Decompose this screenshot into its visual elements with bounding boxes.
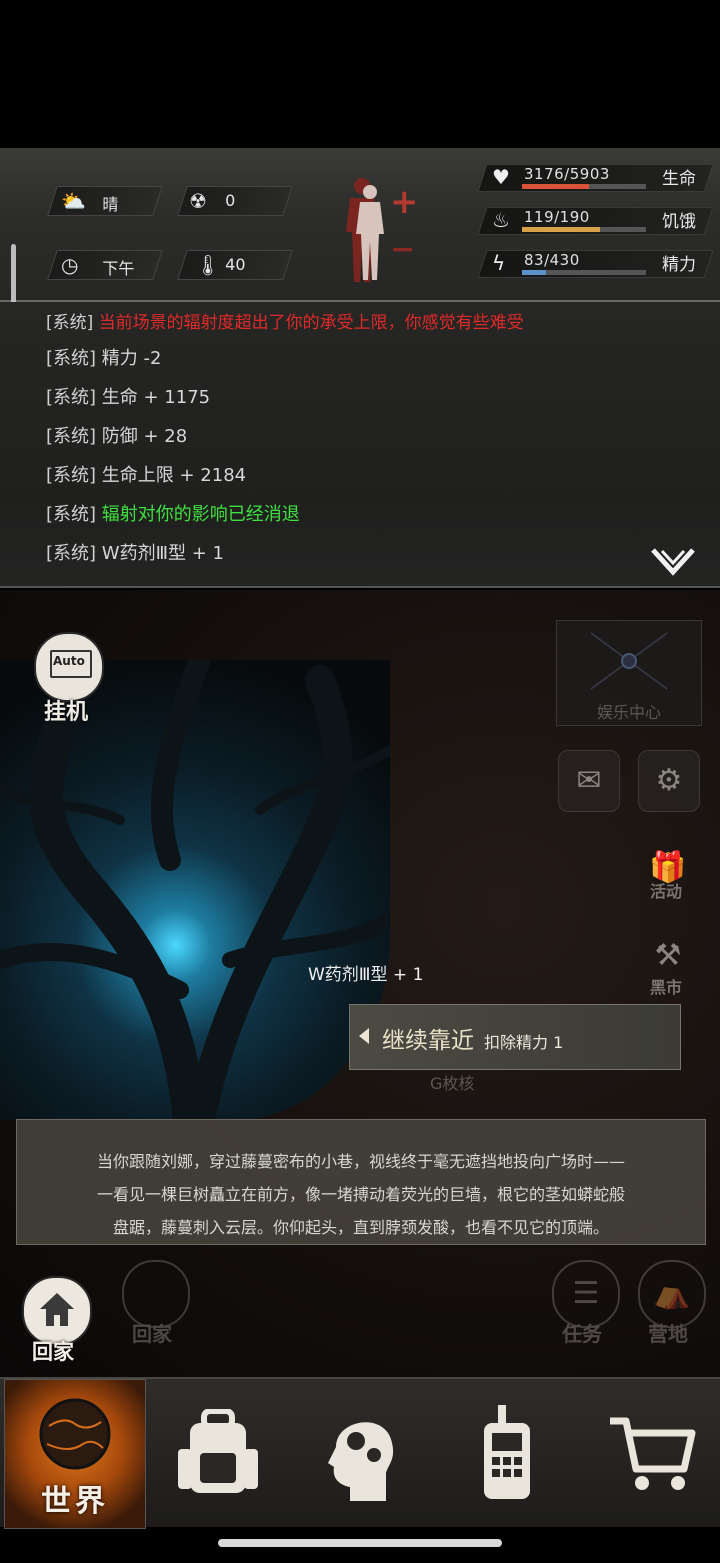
go-home-label: 回家: [32, 1340, 74, 1364]
auto-idle-label: 挂机: [44, 700, 89, 725]
skills-head-icon: [328, 1422, 394, 1501]
health-label: 生命: [662, 169, 696, 189]
crossed-swords-icon: [590, 632, 668, 690]
weather-box: ⛅ 晴: [47, 186, 163, 216]
nav-world[interactable]: 世界: [4, 1379, 146, 1529]
energy-stat: ϟ 83/430 精力: [477, 246, 714, 278]
camp-label: 营地: [648, 1322, 688, 1346]
temperature-value: 40: [225, 255, 246, 274]
camp-button[interactable]: ⛺ 营地: [638, 1260, 706, 1346]
time-box: ◷ 下午: [47, 250, 163, 280]
go-home-faded-label: 回家: [132, 1322, 172, 1346]
settings-button[interactable]: ⚙: [638, 750, 700, 812]
auto-badge: Auto: [34, 632, 104, 702]
hunger-value: 119/190: [524, 208, 590, 226]
entertainment-center-button[interactable]: 娱乐中心: [556, 620, 702, 726]
hunger-label: 饥饿: [662, 212, 696, 232]
nav-backpack[interactable]: [148, 1379, 288, 1527]
radiation-icon: ☢: [189, 189, 207, 213]
energy-label: 精力: [662, 255, 696, 275]
health-bar: [522, 184, 589, 189]
backpack-icon: [178, 1409, 258, 1493]
health-value: 3176/5903: [524, 165, 610, 183]
body-status-button[interactable]: + −: [340, 170, 420, 288]
weather-label: 晴: [102, 195, 119, 214]
radiation-box: ☢ 0: [177, 186, 293, 216]
globe-icon: [39, 1398, 111, 1470]
nav-skills[interactable]: [292, 1379, 432, 1527]
energy-bar: [522, 270, 546, 275]
auto-badge-text: Auto: [53, 654, 85, 668]
nav-radio[interactable]: [436, 1379, 576, 1527]
task-label: 任务: [562, 1322, 602, 1346]
status-panel: ⛅ 晴 ☢ 0 ◷ 下午 🌡 40 + − ♥ 3176/5903 生命 ♨ 1…: [0, 148, 720, 302]
health-stat: ♥ 3176/5903 生命: [477, 160, 714, 192]
story-text-box: 当你跟随刘娜，穿过藤蔓密布的小巷，视线终于毫无遮挡地投向广场时—— 一看见一棵巨…: [16, 1119, 706, 1245]
chevron-down-icon[interactable]: [650, 546, 696, 576]
clock-icon: ◷: [61, 253, 79, 277]
continue-approach-label: 继续靠近: [382, 1028, 474, 1054]
go-home-button-faded[interactable]: 回家: [122, 1260, 190, 1346]
damage-minus: −: [390, 232, 416, 267]
stomach-icon: ♨: [492, 208, 510, 232]
energy-bolt-icon: ϟ: [492, 251, 506, 275]
shopping-cart-icon: [610, 1417, 696, 1490]
gear-icon: ⚙: [655, 763, 683, 798]
nav-world-label: 世界: [41, 1484, 109, 1519]
partly-cloudy-icon: ⛅: [61, 189, 86, 213]
energy-cost-label: 扣除精力 1: [484, 1033, 564, 1052]
log-line: [系统] 生命上限 + 2184: [46, 465, 247, 486]
nav-shop[interactable]: [580, 1379, 720, 1527]
loot-popup-text: W药剂Ⅲ型 + 1: [308, 965, 424, 985]
log-line: [系统] W药剂Ⅲ型 + 1: [46, 543, 224, 564]
triangle-left-icon: [359, 1028, 369, 1044]
continue-approach-button[interactable]: 继续靠近 扣除精力 1: [349, 1004, 681, 1070]
log-line: [系统] 精力 -2: [46, 348, 162, 369]
log-line: [系统] 生命 + 1175: [46, 387, 211, 408]
time-label: 下午: [102, 259, 135, 278]
heal-plus[interactable]: +: [390, 182, 419, 222]
story-line: 一看见一棵巨树矗立在前方，像一堵搏动着荧光的巨墙，根它的茎如蟒蛇般: [96, 1185, 625, 1204]
giant-tree-image: [0, 649, 398, 1137]
bottom-nav: 世界: [0, 1377, 720, 1529]
scene-view: Auto 挂机 娱乐中心 ✉ ⚙ 🎁 活动 ⚒ 黑市 W药剂Ⅲ型 + 1 G枚核…: [0, 590, 720, 1380]
entertainment-center-label: 娱乐中心: [597, 703, 662, 722]
go-home-button[interactable]: 回家: [20, 1276, 94, 1364]
task-button[interactable]: ☰ 任务: [552, 1260, 620, 1346]
log-line: [系统] 辐射对你的影响已经消退: [46, 504, 300, 525]
walkie-talkie-icon: [484, 1405, 530, 1499]
temperature-box: 🌡 40: [177, 250, 293, 280]
radiation-value: 0: [225, 191, 236, 210]
thermometer-icon: 🌡: [195, 253, 221, 277]
mail-button[interactable]: ✉: [558, 750, 620, 812]
envelope-icon: ✉: [576, 763, 602, 798]
activity-label: 活动: [650, 882, 683, 901]
log-line: [系统] 当前场景的辐射度超出了你的承受上限，你感觉有些难受: [46, 313, 524, 333]
heart-pulse-icon: ♥: [492, 165, 510, 189]
message-log[interactable]: [系统] 当前场景的辐射度超出了你的承受上限，你感觉有些难受 [系统] 精力 -…: [0, 302, 720, 588]
home-indicator[interactable]: [218, 1539, 502, 1547]
background-sign: G枚核: [430, 1074, 475, 1093]
auto-idle-button[interactable]: Auto 挂机: [34, 632, 104, 725]
energy-value: 83/430: [524, 251, 580, 269]
hunger-bar: [522, 227, 600, 232]
log-line: [系统] 防御 + 28: [46, 426, 188, 447]
story-line: 盘踞，藤蔓刺入云层。你仰起头，直到脖颈发酸，也看不见它的顶端。: [112, 1218, 609, 1237]
story-line: 当你跟随刘娜，穿过藤蔓密布的小巷，视线终于毫无遮挡地投向广场时——: [96, 1152, 625, 1171]
hunger-stat: ♨ 119/190 饥饿: [477, 203, 714, 235]
black-market-label: 黑市: [650, 978, 683, 997]
hammer-icon: ⚒: [654, 938, 682, 973]
